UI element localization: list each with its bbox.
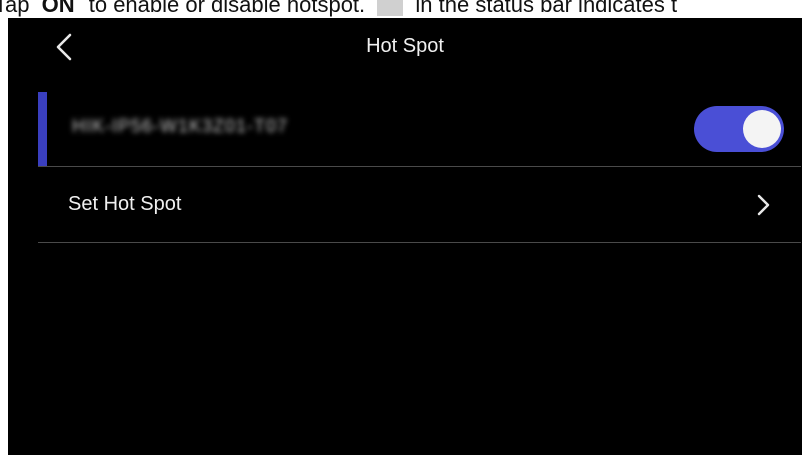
caption-toggle-label: ON [41, 0, 75, 17]
set-hotspot-item[interactable]: Set Hot Spot [38, 166, 802, 242]
selection-indicator [38, 92, 47, 166]
caption-prefix: Tap [0, 0, 30, 17]
hotspot-row: HIK-IP56-W1K3Z01-T07 [38, 90, 802, 166]
chevron-right-icon [757, 194, 770, 216]
hotspot-name: HIK-IP56-W1K3Z01-T07 [72, 116, 289, 136]
title-bar: Hot Spot [8, 18, 802, 76]
toggle-knob [743, 110, 781, 148]
hotspot-toggle[interactable] [694, 106, 784, 152]
divider [38, 242, 801, 243]
caption-middle: to enable or disable hotspot. [88, 0, 366, 17]
hotspot-status-icon [377, 0, 404, 16]
page-title: Hot Spot [366, 35, 444, 57]
device-screen: Hot Spot HIK-IP56-W1K3Z01-T07 Set Hot Sp… [8, 18, 802, 455]
caption-suffix: in the status bar indicates t [415, 0, 678, 17]
set-hotspot-label: Set Hot Spot [68, 193, 182, 215]
caption-line: Tap ON to enable or disable hotspot. in … [0, 0, 803, 19]
